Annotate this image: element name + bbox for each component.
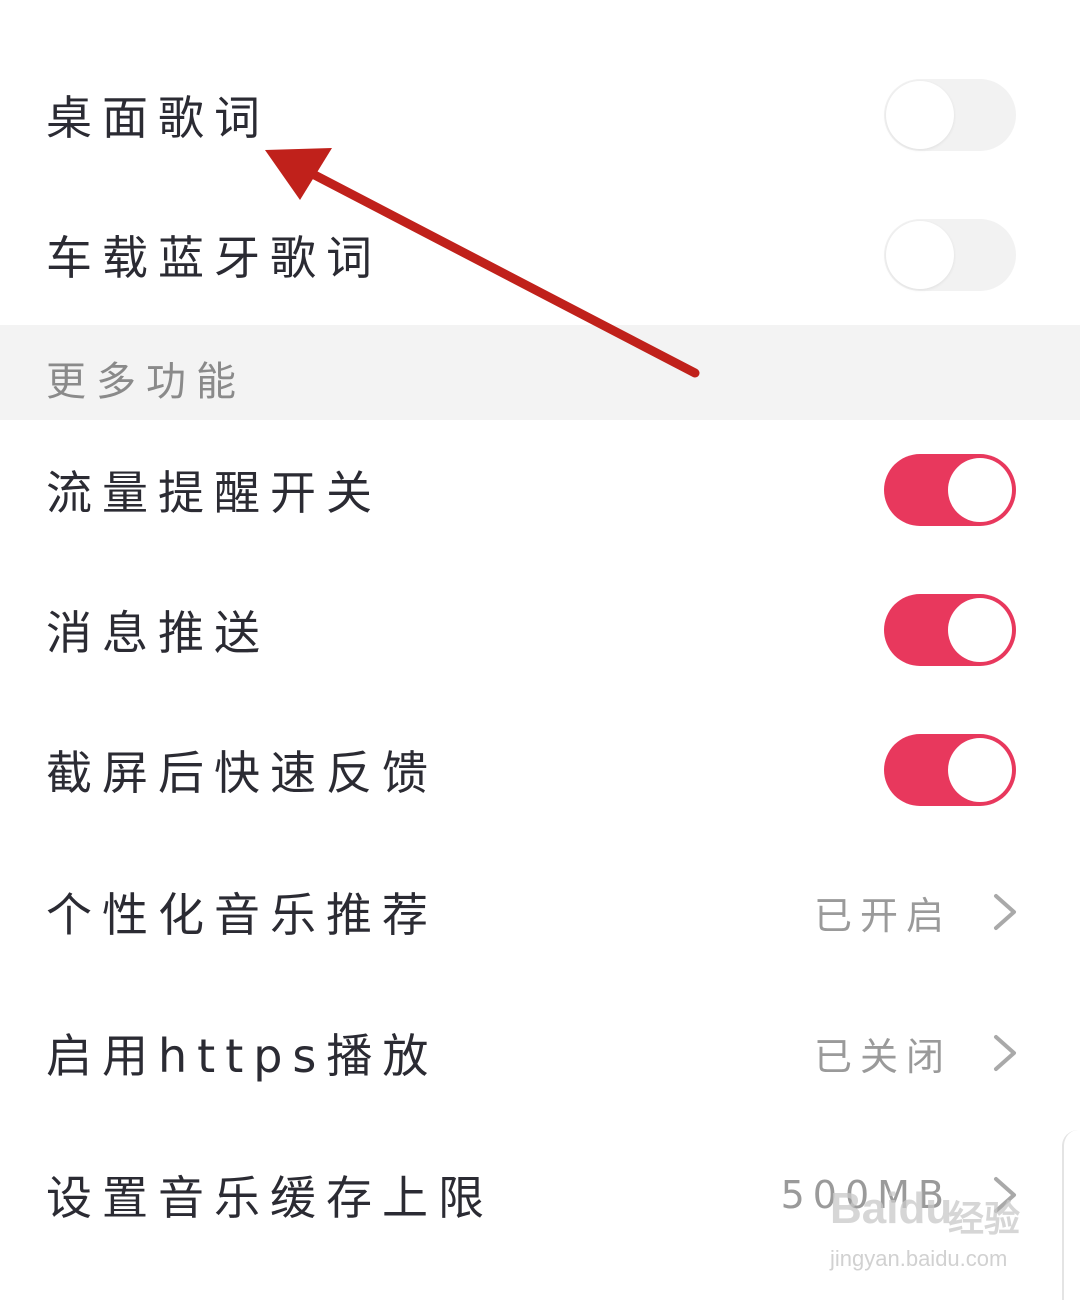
setting-label: 流量提醒开关: [46, 466, 382, 520]
section-header-more-features: 更多功能: [0, 325, 1080, 420]
toggle-knob: [948, 738, 1012, 802]
toggle-knob: [886, 81, 954, 149]
setting-row-personalized-recommendation[interactable]: 个性化音乐推荐 已开启: [0, 842, 1080, 982]
setting-label: 桌面歌词: [46, 91, 270, 145]
setting-label: 车载蓝牙歌词: [46, 231, 382, 285]
watermark: Baidu 经验 jingyan.baidu.com: [830, 1176, 1030, 1286]
desktop-lyrics-toggle[interactable]: [884, 79, 1016, 151]
setting-row-car-bluetooth-lyrics[interactable]: 车载蓝牙歌词: [0, 185, 1080, 325]
toggle-knob: [948, 598, 1012, 662]
setting-label: 个性化音乐推荐: [46, 888, 438, 942]
setting-row-https-playback[interactable]: 启用https播放 已关闭: [0, 983, 1080, 1123]
setting-label: 设置音乐缓存上限: [46, 1171, 494, 1225]
chevron-right-icon: [994, 894, 1016, 930]
watermark-url: jingyan.baidu.com: [830, 1246, 1008, 1271]
screenshot-feedback-toggle[interactable]: [884, 734, 1016, 806]
setting-row-desktop-lyrics[interactable]: 桌面歌词: [0, 45, 1080, 185]
watermark-cn: 经验: [948, 1198, 1021, 1239]
toggle-knob: [948, 458, 1012, 522]
watermark-brand: Baidu: [830, 1184, 953, 1233]
setting-value: 已开启: [813, 893, 952, 938]
scroll-edge: [1062, 1130, 1080, 1300]
toggle-knob: [886, 221, 954, 289]
setting-value: 已关闭: [813, 1034, 952, 1079]
data-reminder-toggle[interactable]: [884, 454, 1016, 526]
setting-label: 消息推送: [46, 606, 270, 660]
section-title: 更多功能: [46, 359, 246, 405]
push-notifications-toggle[interactable]: [884, 594, 1016, 666]
car-bluetooth-lyrics-toggle[interactable]: [884, 219, 1016, 291]
setting-row-push-notifications[interactable]: 消息推送: [0, 560, 1080, 700]
setting-row-screenshot-feedback[interactable]: 截屏后快速反馈: [0, 700, 1080, 840]
chevron-right-icon: [994, 1035, 1016, 1071]
setting-label: 截屏后快速反馈: [46, 746, 438, 800]
setting-row-data-reminder[interactable]: 流量提醒开关: [0, 420, 1080, 560]
setting-label: 启用https播放: [46, 1029, 439, 1083]
